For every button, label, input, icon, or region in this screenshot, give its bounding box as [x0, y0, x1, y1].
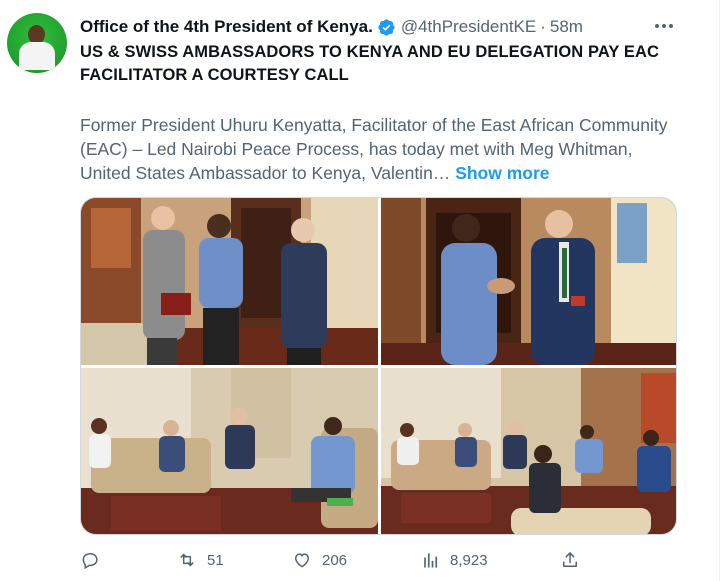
- more-options-icon[interactable]: [650, 12, 678, 40]
- reply-icon: [82, 552, 98, 570]
- views-icon: [424, 553, 438, 568]
- meeting-photo-4[interactable]: [381, 368, 676, 534]
- meeting-photo-3[interactable]: [81, 368, 378, 534]
- share-icon: [563, 552, 577, 567]
- tweet-body: Former President Uhuru Kenyatta, Facilit…: [80, 113, 680, 185]
- author-handle[interactable]: @4thPresidentKE: [401, 17, 536, 37]
- avatar[interactable]: [7, 13, 67, 73]
- retweet-icon: [180, 553, 194, 567]
- tweet-card[interactable]: Office of the 4th President of Kenya. @4…: [0, 0, 720, 581]
- reply-button[interactable]: [80, 545, 110, 575]
- tweet-body-text: Former President Uhuru Kenyatta, Facilit…: [80, 115, 668, 183]
- like-count: 206: [322, 551, 348, 569]
- author-display-name[interactable]: Office of the 4th President of Kenya.: [80, 17, 373, 37]
- meeting-photo-1[interactable]: [81, 198, 378, 365]
- retweet-button[interactable]: 51: [177, 545, 224, 575]
- heart-icon: [295, 553, 309, 568]
- verified-badge-icon: [378, 18, 395, 36]
- show-more-link[interactable]: Show more: [455, 163, 549, 183]
- meeting-photo-2[interactable]: [381, 198, 676, 365]
- views-button[interactable]: 8,923: [420, 545, 488, 575]
- share-button[interactable]: [560, 545, 580, 575]
- views-count: 8,923: [450, 551, 488, 569]
- media-grid: [80, 197, 677, 535]
- retweet-count: 51: [207, 551, 224, 569]
- tweet-header: Office of the 4th President of Kenya. @4…: [80, 15, 583, 39]
- action-bar: 51 206 8,923: [80, 545, 680, 575]
- like-button[interactable]: 206: [292, 545, 347, 575]
- tweet-timestamp[interactable]: 58m: [550, 17, 583, 37]
- header-separator: ·: [540, 17, 546, 36]
- tweet-headline: US & SWISS AMBASSADORS TO KENYA AND EU D…: [80, 43, 660, 84]
